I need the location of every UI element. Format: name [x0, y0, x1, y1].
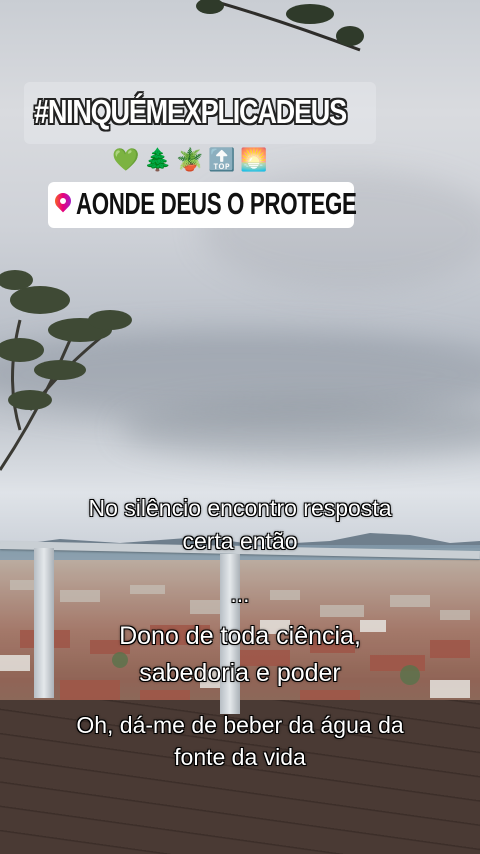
lyric-line: sabedoria e poder — [139, 659, 341, 687]
hashtag-sticker[interactable]: #NINQUÉMEXPLICADEUS — [34, 93, 347, 131]
tree-branch-top — [196, 0, 364, 52]
evergreen-tree-icon: 🌲 — [144, 147, 172, 173]
top-arrow-icon: 🔝 — [208, 147, 236, 173]
lyric-line: Oh, dá-me de beber da água da — [76, 712, 404, 738]
sunrise-icon: 🌅 — [240, 147, 268, 173]
lyric-line: certa então — [182, 528, 298, 554]
green-heart-icon: 💚 — [112, 147, 140, 173]
location-sticker-label: AONDE DEUS O PROTEGE — [76, 186, 357, 221]
tree-branch — [0, 270, 132, 471]
emoji-row: 💚 🌲 🪴 🔝 🌅 — [112, 146, 268, 174]
lyric-line: fonte da vida — [174, 744, 306, 770]
lyric-ellipsis: ... — [230, 581, 250, 607]
lyric-line: Dono de toda ciência, — [119, 622, 361, 650]
lyric-line: No silêncio encontro resposta — [88, 495, 392, 521]
potted-plant-icon: 🪴 — [176, 147, 204, 173]
